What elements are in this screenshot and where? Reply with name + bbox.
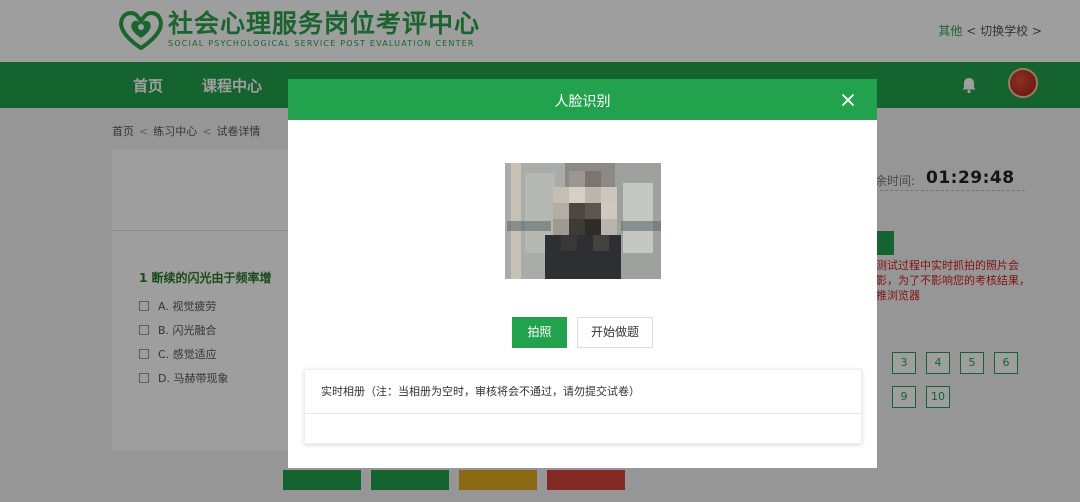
dialog-title: 人脸识别 — [554, 94, 611, 110]
face-recognition-dialog: 人脸识别 拍照 开始做题 实时相册（注：当相册为空时，审核将会不通过，请勿提交试… — [288, 79, 877, 468]
take-photo-button[interactable]: 拍照 — [512, 317, 567, 348]
start-exam-button[interactable]: 开始做题 — [577, 317, 653, 348]
close-icon[interactable] — [841, 93, 855, 107]
camera-frame-image — [505, 163, 661, 279]
dialog-header: 人脸识别 — [288, 79, 877, 120]
realtime-album: 实时相册（注：当相册为空时，审核将会不通过，请勿提交试卷） — [304, 369, 862, 444]
album-notice: 实时相册（注：当相册为空时，审核将会不通过，请勿提交试卷） — [305, 370, 861, 414]
camera-preview — [505, 163, 661, 279]
